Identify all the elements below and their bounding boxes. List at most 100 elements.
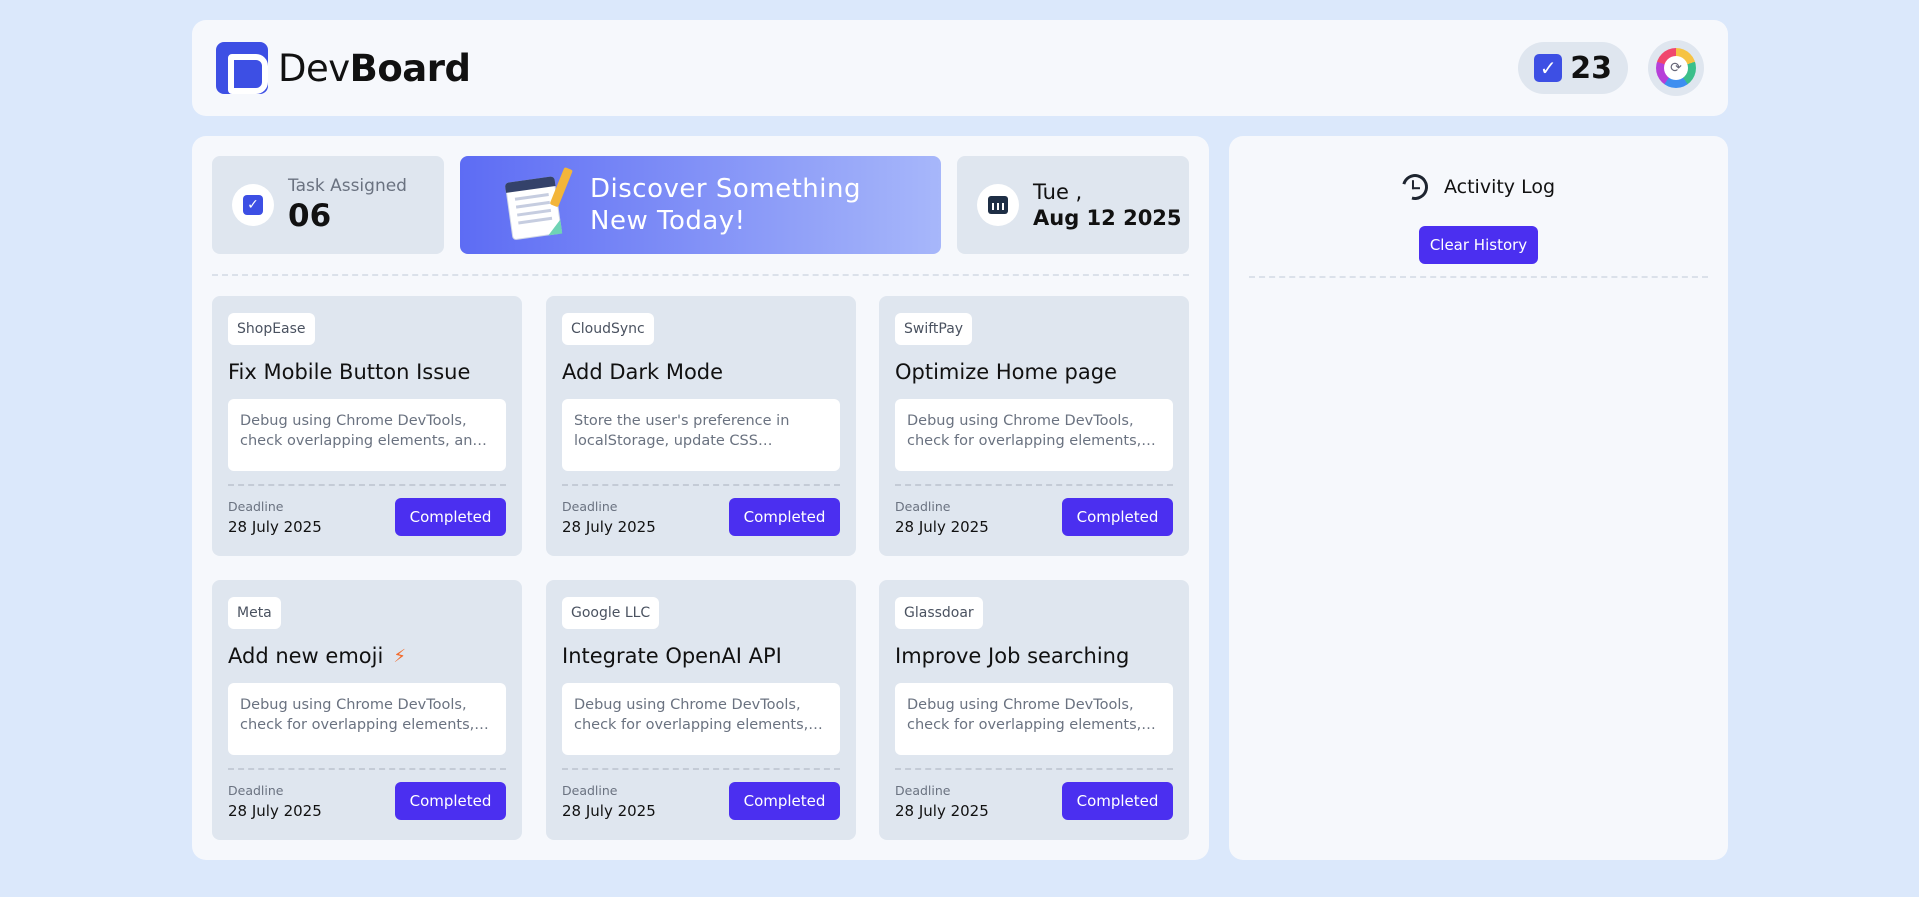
task-title-text: Fix Mobile Button Issue: [228, 360, 471, 384]
logo-text: DevBoard: [278, 46, 471, 90]
deadline-label: Deadline: [228, 498, 284, 514]
completed-button[interactable]: Completed: [1062, 782, 1173, 820]
checkbox-icon: ✓: [1534, 54, 1563, 82]
deadline-label: Deadline: [895, 498, 951, 514]
logo-mark-icon: [216, 42, 268, 94]
card-divider: [562, 484, 840, 486]
logo[interactable]: DevBoard: [216, 42, 471, 94]
completed-button[interactable]: Completed: [729, 498, 840, 536]
divider: [212, 274, 1189, 276]
card-footer: Deadline 28 July 2025 Completed: [895, 498, 1173, 536]
card-divider: [228, 484, 506, 486]
deadline-label: Deadline: [228, 782, 284, 798]
task-assigned-card: ✓ Task Assigned 06: [212, 156, 444, 254]
task-card: Meta Add new emoji ⚡ Debug using Chrome D…: [212, 580, 522, 840]
task-assigned-value: 06: [288, 198, 332, 234]
banner-text: Discover Something New Today!: [590, 173, 861, 237]
task-title: Add Dark Mode: [562, 357, 840, 387]
card-footer: Deadline 28 July 2025 Completed: [895, 782, 1173, 820]
task-count: 23: [1570, 50, 1612, 86]
discover-banner: Discover Something New Today!: [460, 156, 941, 254]
refresh-icon: ⟳: [1664, 56, 1688, 80]
checkbox-icon: ✓: [243, 195, 263, 215]
deadline-value: 28 July 2025: [895, 517, 989, 536]
deadline-value: 28 July 2025: [895, 801, 989, 820]
task-card: SwiftPay Optimize Home page Debug using …: [879, 296, 1189, 556]
date-card: Tue , Aug 12 2025: [957, 156, 1189, 254]
task-title: Optimize Home page: [895, 357, 1173, 387]
deadline-value: 28 July 2025: [228, 801, 322, 820]
logo-dev: Dev: [278, 46, 350, 90]
company-tag: ShopEase: [228, 313, 315, 345]
company-tag: Glassdoar: [895, 597, 983, 629]
task-icon-circle: ✓: [232, 184, 274, 226]
task-description: Debug using Chrome DevTools, check for o…: [895, 399, 1173, 471]
banner-line-1: Discover Something: [590, 174, 861, 204]
task-card: Google LLC Integrate OpenAI API Debug us…: [546, 580, 856, 840]
calendar-icon: [988, 196, 1008, 214]
logo-board: Board: [349, 46, 471, 90]
deadline-label: Deadline: [895, 782, 951, 798]
task-description: Debug using Chrome DevTools, check for o…: [562, 683, 840, 755]
task-description-text: Debug using Chrome DevTools, check for o…: [907, 697, 1142, 733]
task-description: Debug using Chrome DevTools, check overl…: [228, 399, 506, 471]
completed-button[interactable]: Completed: [1062, 498, 1173, 536]
task-title: Add new emoji ⚡: [228, 641, 506, 671]
card-footer: Deadline 28 July 2025 Completed: [562, 782, 840, 820]
company-tag: CloudSync: [562, 313, 654, 345]
card-divider: [895, 768, 1173, 770]
clear-history-button[interactable]: Clear History: [1419, 226, 1538, 264]
task-card: CloudSync Add Dark Mode Store the user's…: [546, 296, 856, 556]
task-title-text: Add Dark Mode: [562, 360, 724, 384]
task-title-text: Add new emoji: [228, 644, 384, 668]
task-card: ShopEase Fix Mobile Button Issue Debug u…: [212, 296, 522, 556]
deadline-value: 28 July 2025: [562, 517, 656, 536]
date-day: Tue ,: [1033, 180, 1083, 204]
task-description: Debug using Chrome DevTools, check for o…: [895, 683, 1173, 755]
lightning-icon: ⚡: [393, 645, 406, 667]
deadline-value: 28 July 2025: [228, 517, 322, 536]
task-description: Store the user's preference in localStor…: [562, 399, 840, 471]
task-card: Glassdoar Improve Job searching Debug us…: [879, 580, 1189, 840]
task-title-text: Optimize Home page: [895, 360, 1117, 384]
task-title-text: Improve Job searching: [895, 644, 1130, 668]
task-title: Improve Job searching: [895, 641, 1173, 671]
task-description-text: Store the user's preference in localStor…: [574, 413, 790, 449]
task-description-text: Debug using Chrome DevTools, check for o…: [240, 697, 475, 733]
divider: [1249, 276, 1708, 278]
task-description-text: Debug using Chrome DevTools, check overl…: [240, 413, 482, 449]
card-footer: Deadline 28 July 2025 Completed: [228, 782, 506, 820]
task-title-text: Integrate OpenAI API: [562, 644, 782, 668]
task-assigned-label: Task Assigned: [288, 176, 407, 196]
company-tag: SwiftPay: [895, 313, 973, 345]
task-title: Integrate OpenAI API: [562, 641, 840, 671]
activity-log-title: Activity Log: [1443, 176, 1556, 198]
completed-button[interactable]: Completed: [729, 782, 840, 820]
task-description: Debug using Chrome DevTools, check for o…: [228, 683, 506, 755]
header-actions: ✓ 23 ⟳: [1518, 40, 1704, 96]
completed-button[interactable]: Completed: [395, 498, 506, 536]
company-tag: Meta: [228, 597, 281, 629]
completed-button[interactable]: Completed: [395, 782, 506, 820]
notepad-illustration-icon: [504, 166, 573, 241]
task-description-text: Debug using Chrome DevTools, check for o…: [907, 413, 1142, 449]
activity-log-header: Activity Log: [1229, 169, 1728, 205]
theme-avatar-button[interactable]: ⟳: [1648, 40, 1704, 96]
task-title: Fix Mobile Button Issue: [228, 357, 506, 387]
main-panel: ✓ Task Assigned 06 Discover Something Ne…: [192, 136, 1209, 860]
date-full: Aug 12 2025: [1033, 206, 1182, 230]
card-footer: Deadline 28 July 2025 Completed: [562, 498, 840, 536]
card-divider: [228, 768, 506, 770]
card-divider: [895, 484, 1173, 486]
deadline-value: 28 July 2025: [562, 801, 656, 820]
task-count-badge[interactable]: ✓ 23: [1518, 42, 1628, 94]
deadline-label: Deadline: [562, 782, 618, 798]
card-divider: [562, 768, 840, 770]
deadline-label: Deadline: [562, 498, 618, 514]
card-footer: Deadline 28 July 2025 Completed: [228, 498, 506, 536]
activity-log-panel: Activity Log Clear History: [1229, 136, 1728, 860]
top-header: DevBoard ✓ 23 ⟳: [192, 20, 1728, 116]
banner-line-2: New Today!: [590, 206, 746, 236]
company-tag: Google LLC: [562, 597, 660, 629]
color-wheel-icon: ⟳: [1656, 48, 1696, 88]
